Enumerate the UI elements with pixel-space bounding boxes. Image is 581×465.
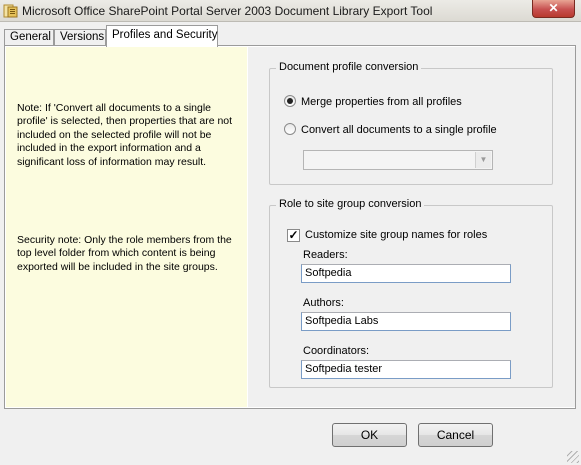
coordinators-input[interactable]: Softpedia tester	[301, 360, 511, 379]
window-title: Microsoft Office SharePoint Portal Serve…	[22, 4, 433, 18]
security-note: Security note: Only the role members fro…	[17, 234, 232, 273]
tab-strip: General Versions Profiles and Security	[4, 24, 576, 47]
tab-general-label: General	[10, 31, 51, 43]
document-profile-conversion-group: Document profile conversion Merge proper…	[269, 61, 553, 185]
title-bar: Microsoft Office SharePoint Portal Serve…	[0, 0, 581, 22]
ok-button[interactable]: OK	[332, 423, 407, 447]
tab-profiles-and-security[interactable]: Profiles and Security	[106, 25, 218, 47]
merge-profiles-radio[interactable]	[284, 95, 296, 107]
role-conversion-legend: Role to site group conversion	[276, 198, 425, 210]
customize-names-checkbox[interactable]: ✓	[287, 229, 300, 242]
tab-versions-label: Versions	[60, 31, 105, 43]
chevron-down-icon[interactable]: ▼	[475, 152, 491, 168]
close-button[interactable]: ✕	[532, 0, 575, 18]
tab-versions[interactable]: Versions	[54, 29, 106, 46]
readers-input[interactable]: Softpedia	[301, 264, 511, 283]
tab-profiles-and-security-label: Profiles and Security	[112, 29, 218, 41]
resize-grip-icon[interactable]	[567, 451, 579, 463]
app-icon[interactable]	[3, 3, 19, 19]
merge-profiles-label[interactable]: Merge properties from all profiles	[301, 96, 462, 108]
tab-panel: Note: If 'Convert all documents to a sin…	[4, 45, 576, 409]
close-icon: ✕	[548, 1, 559, 15]
readers-label: Readers:	[303, 249, 348, 261]
authors-label: Authors:	[303, 297, 344, 309]
tab-general[interactable]: General	[4, 29, 54, 46]
single-profile-radio[interactable]	[284, 123, 296, 135]
role-conversion-group: Role to site group conversion ✓ Customiz…	[269, 198, 553, 388]
checkmark-icon: ✓	[288, 228, 299, 242]
cancel-button[interactable]: Cancel	[418, 423, 493, 447]
profile-select[interactable]: ▼	[303, 150, 493, 170]
notes-pane: Note: If 'Convert all documents to a sin…	[6, 47, 247, 407]
coordinators-label: Coordinators:	[303, 345, 370, 357]
settings-pane: Document profile conversion Merge proper…	[248, 47, 575, 407]
profile-conversion-note: Note: If 'Convert all documents to a sin…	[17, 102, 233, 168]
single-profile-label[interactable]: Convert all documents to a single profil…	[301, 124, 497, 136]
radio-selected-dot	[287, 98, 293, 104]
authors-input[interactable]: Softpedia Labs	[301, 312, 511, 331]
customize-names-label[interactable]: Customize site group names for roles	[305, 229, 487, 241]
document-profile-conversion-legend: Document profile conversion	[276, 61, 422, 73]
